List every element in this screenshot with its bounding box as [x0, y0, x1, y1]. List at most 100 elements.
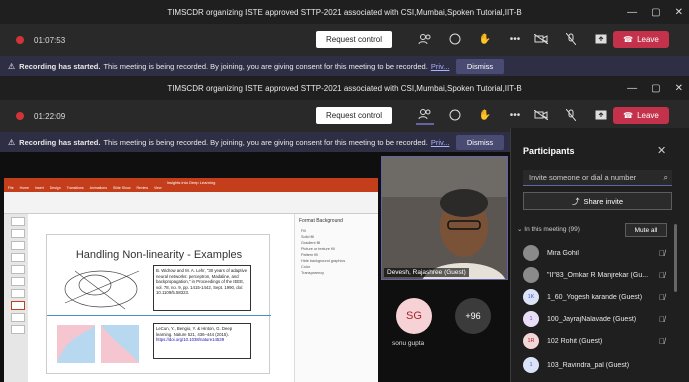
video-feed-image	[382, 157, 507, 279]
pane-option: Transparency	[301, 271, 325, 275]
window-title: TIMSCDR organizing ISTE approved STTP-20…	[167, 83, 522, 93]
video-participant-name: Devesh, Rajashree (Guest)	[384, 268, 469, 277]
background-window: TIMSCDR organizing ISTE approved STTP-20…	[0, 0, 689, 76]
leave-label: Leave	[637, 111, 659, 120]
reference-box-1: B. Widrow and M. A. Lehr, "30 years of a…	[153, 265, 251, 311]
maximize-icon[interactable]: ▢	[651, 83, 660, 94]
slide-thumbnail	[11, 313, 25, 322]
title-bar: TIMSCDR organizing ISTE approved STTP-20…	[0, 0, 689, 24]
privacy-link[interactable]: Priv...	[431, 62, 450, 71]
participant-row[interactable]: 1R 102 Rohit (Guest) 🎙̸	[523, 332, 673, 350]
section-label: In this meeting (99)	[524, 226, 580, 233]
participants-icon[interactable]	[416, 29, 434, 49]
in-meeting-section-header[interactable]: ⌄ In this meeting (99)	[517, 225, 580, 233]
slide-divider	[47, 315, 271, 316]
close-icon[interactable]: ✕	[675, 7, 683, 18]
chat-icon[interactable]	[446, 105, 464, 125]
shared-screen-powerpoint: Insights into Deep Learning File Home In…	[4, 178, 378, 382]
close-icon[interactable]: ✕	[657, 144, 666, 157]
privacy-link[interactable]: Priv...	[431, 138, 450, 147]
dismiss-button[interactable]: Dismiss	[456, 135, 504, 150]
recording-banner: ⚠ Recording has started. This meeting is…	[0, 132, 510, 152]
more-icon[interactable]: •••	[506, 105, 524, 125]
meeting-timer: 01:07:53	[34, 35, 66, 45]
avatar: 1R	[523, 333, 539, 349]
minimize-icon[interactable]: —	[627, 83, 637, 94]
ppt-tab: Design	[49, 186, 61, 190]
request-control-button[interactable]: Request control	[316, 31, 392, 48]
chat-icon[interactable]	[446, 29, 464, 49]
dismiss-button[interactable]: Dismiss	[456, 59, 504, 74]
ppt-title-bar: Insights into Deep Learning	[4, 178, 378, 186]
ppt-tab: Slide Show	[112, 186, 131, 190]
ppt-tab: File	[8, 186, 14, 190]
participants-scrollbar[interactable]	[674, 224, 677, 292]
recording-dot-icon	[16, 112, 24, 120]
search-icon[interactable]: ⌕	[664, 173, 668, 183]
close-icon[interactable]: ✕	[675, 83, 683, 94]
warning-icon: ⚠	[8, 61, 16, 71]
slide-thumbnail	[11, 229, 25, 238]
slide-thumbnail	[11, 277, 25, 286]
participant-row[interactable]: "II"83_Omkar R Manjrekar (Gu... 🎙̸	[523, 266, 673, 284]
maximize-icon[interactable]: ▢	[651, 7, 660, 18]
camera-off-icon[interactable]	[532, 105, 550, 125]
ppt-tab: Home	[19, 186, 29, 190]
avatar: 1	[523, 357, 539, 373]
request-control-button[interactable]: Request control	[316, 107, 392, 124]
slide-thumbnail	[11, 253, 25, 262]
mic-off-icon: 🎙̸	[659, 270, 665, 280]
avatar-tile-sg[interactable]: SG	[396, 298, 432, 334]
mic-off-icon: 🎙̸	[659, 248, 665, 258]
participant-name: 100_JayrajNalavade (Guest)	[547, 315, 637, 323]
window-controls: — ▢ ✕	[627, 76, 683, 100]
share-screen-icon[interactable]	[592, 105, 610, 125]
participants-title: Participants	[523, 146, 575, 156]
slide-thumbnail	[11, 325, 25, 334]
participant-name: 103_Ravindra_pal (Guest)	[547, 361, 630, 369]
slide-thumbnail	[11, 289, 25, 298]
reference-link[interactable]: https://doi.org/10.1038/nature14539	[156, 337, 224, 342]
leave-button[interactable]: ☎ Leave	[613, 107, 669, 124]
share-invite-button[interactable]: ⤴ Share invite	[523, 192, 672, 210]
raise-hand-icon[interactable]: ✋	[476, 29, 494, 49]
participants-pane: Participants ✕ Invite someone or dial a …	[510, 128, 689, 382]
current-slide: Handling Non-linearity - Examples B. Wid…	[46, 234, 271, 374]
participants-icon[interactable]	[416, 105, 434, 125]
mute-all-button[interactable]: Mute all	[625, 223, 667, 237]
slide-title: Handling Non-linearity - Examples	[75, 249, 243, 261]
participant-row[interactable]: Mira Gohil 🎙̸	[523, 244, 673, 262]
ppt-tab: Insert	[34, 186, 44, 190]
slide-thumbnail	[11, 265, 25, 274]
mic-off-icon[interactable]	[562, 105, 580, 125]
participant-video-tile[interactable]: Devesh, Rajashree (Guest)	[381, 156, 508, 280]
banner-bold: Recording has started.	[19, 61, 101, 71]
avatar	[523, 267, 539, 283]
banner-bold: Recording has started.	[19, 137, 101, 147]
leave-button[interactable]: ☎ Leave	[613, 31, 669, 48]
participant-row[interactable]: 1 100_JayrajNalavade (Guest) 🎙̸	[523, 310, 673, 328]
slide-thumbnail	[11, 301, 25, 310]
decision-boundary-plot	[57, 325, 139, 363]
invite-input[interactable]: Invite someone or dial a number ⌕	[523, 170, 672, 186]
recording-banner: ⚠ Recording has started. This meeting is…	[0, 56, 689, 76]
raise-hand-icon[interactable]: ✋	[476, 105, 494, 125]
window-controls: — ▢ ✕	[627, 0, 683, 24]
minimize-icon[interactable]: —	[627, 7, 637, 18]
participant-row[interactable]: 1K 1_60_Yogesh karande (Guest) 🎙̸	[523, 288, 673, 306]
avatar: 1K	[523, 289, 539, 305]
participant-row[interactable]: 1 103_Ravindra_pal (Guest)	[523, 356, 673, 374]
reference-box-2: LeCun, Y., Bengio, Y. & Hinton, G. Deep …	[153, 323, 251, 359]
ppt-ribbon	[4, 192, 378, 214]
participant-name: 1_60_Yogesh karande (Guest)	[547, 293, 643, 301]
warning-icon: ⚠	[8, 137, 16, 147]
share-screen-icon[interactable]	[592, 29, 610, 49]
mic-off-icon: 🎙̸	[659, 292, 665, 302]
banner-text: This meeting is being recorded. By joini…	[103, 137, 428, 147]
meeting-timer: 01:22:09	[34, 111, 66, 121]
ppt-slide-thumbnails	[4, 214, 28, 382]
camera-off-icon[interactable]	[532, 29, 550, 49]
mic-off-icon[interactable]	[562, 29, 580, 49]
more-icon[interactable]: •••	[506, 29, 524, 49]
overflow-participants-tile[interactable]: +96	[455, 298, 491, 334]
